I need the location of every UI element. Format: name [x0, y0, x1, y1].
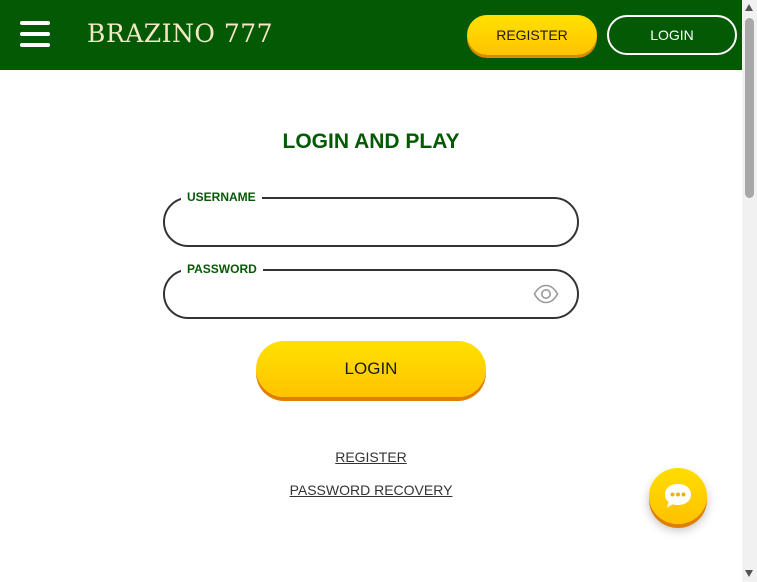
header-login-button[interactable]: LOGIN [607, 15, 737, 55]
login-button[interactable]: LOGIN [256, 341, 486, 397]
chat-bubble-icon [665, 484, 691, 508]
vertical-scrollbar[interactable] [742, 0, 757, 582]
top-header: BRAZINO 777 REGISTER LOGIN [0, 0, 742, 70]
username-input[interactable] [183, 209, 523, 235]
chat-button[interactable] [649, 468, 707, 524]
eye-icon[interactable] [533, 284, 559, 304]
username-field[interactable]: USERNAME [163, 189, 579, 247]
hamburger-menu-icon[interactable] [20, 21, 50, 48]
username-label: USERNAME [181, 189, 262, 205]
password-recovery-link-label[interactable]: PASSWORD RECOVERY [290, 482, 453, 498]
password-field[interactable]: PASSWORD [163, 261, 579, 319]
register-link-label[interactable]: REGISTER [335, 449, 407, 465]
register-link[interactable]: REGISTER [0, 449, 742, 465]
scrollbar-thumb[interactable] [745, 18, 754, 198]
scroll-down-arrow-icon[interactable] [745, 570, 753, 577]
password-label: PASSWORD [181, 261, 263, 277]
password-recovery-link[interactable]: PASSWORD RECOVERY [0, 482, 742, 498]
page-title: LOGIN AND PLAY [282, 130, 460, 153]
scroll-up-arrow-icon[interactable] [745, 4, 753, 11]
password-input[interactable] [183, 281, 523, 307]
brand-logo[interactable]: BRAZINO 777 [87, 19, 273, 48]
header-register-button[interactable]: REGISTER [467, 15, 597, 55]
